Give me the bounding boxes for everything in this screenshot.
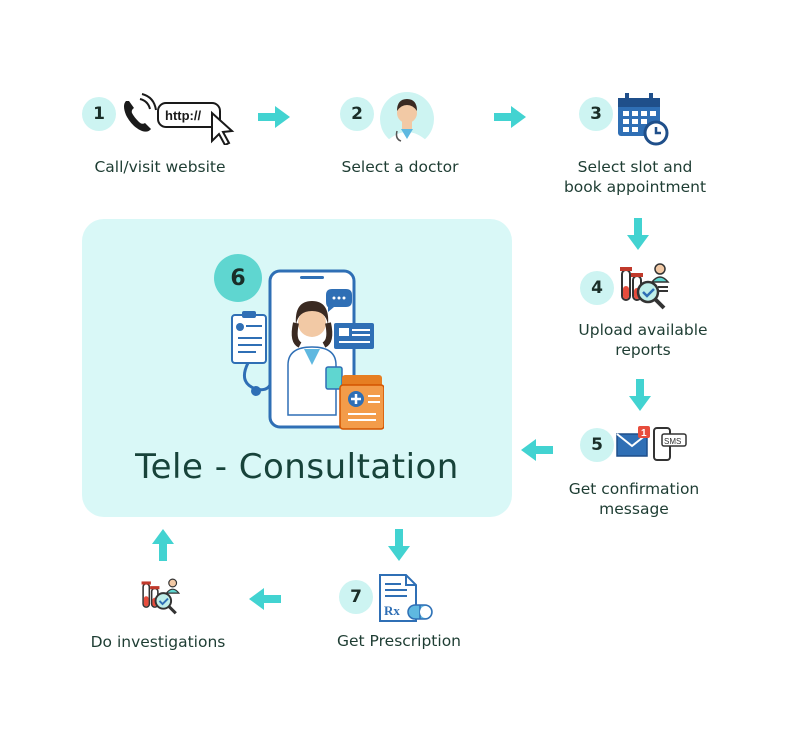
email-sms-icon: 1 SMS (616, 424, 688, 468)
tele-consultation-panel: 6 Tele - Consultation (82, 219, 512, 517)
step-4-label-line2: reports (615, 341, 671, 359)
step-1-number: 1 (82, 97, 116, 131)
step-5-label: Get confirmation message (538, 479, 730, 519)
step-7-label: Get Prescription (337, 632, 461, 650)
phone-browser-icon: http:// (120, 93, 240, 149)
step-2-label: Select a doctor (341, 158, 459, 176)
doctor-avatar-icon (379, 91, 435, 151)
step-3-label-line2: book appointment (563, 178, 707, 196)
tele-consultation-title: Tele - Consultation (135, 447, 459, 487)
step-1-label: Call/visit website (94, 158, 226, 176)
arrow-left-icon (249, 588, 281, 610)
step-5-number: 5 (580, 428, 614, 462)
step-5-label-line1: Get confirmation (568, 480, 700, 498)
investigations-icon (139, 576, 183, 622)
step-7-number: 7 (339, 580, 373, 614)
step-4-label-line1: Upload available (578, 321, 708, 339)
step-4-label: Upload available reports (548, 320, 738, 360)
arrow-down-icon (629, 379, 651, 411)
tele-consultation-illustration (230, 267, 385, 437)
step-3-label-line1: Select slot and (577, 158, 693, 176)
url-text: http:// (165, 108, 201, 123)
step-3-number: 3 (579, 97, 613, 131)
arrow-right-icon (258, 106, 290, 128)
step-3-label: Select slot and book appointment (540, 157, 730, 197)
step-4-number: 4 (580, 271, 614, 305)
badge-text: 1 (641, 428, 647, 439)
calendar-clock-icon (616, 92, 670, 150)
step-5-label-line2: message (599, 500, 669, 518)
prescription-icon: Rx (378, 573, 434, 627)
arrow-right-icon (494, 106, 526, 128)
arrow-up-icon (152, 529, 174, 561)
arrow-left-icon (521, 439, 553, 461)
sms-text: SMS (664, 437, 681, 446)
arrow-down-icon (627, 218, 649, 250)
step-8-label: Do investigations (90, 633, 226, 651)
arrow-down-icon (388, 529, 410, 561)
step-2-number: 2 (340, 97, 374, 131)
rx-text: Rx (384, 603, 400, 618)
test-tubes-magnifier-icon (618, 260, 672, 318)
